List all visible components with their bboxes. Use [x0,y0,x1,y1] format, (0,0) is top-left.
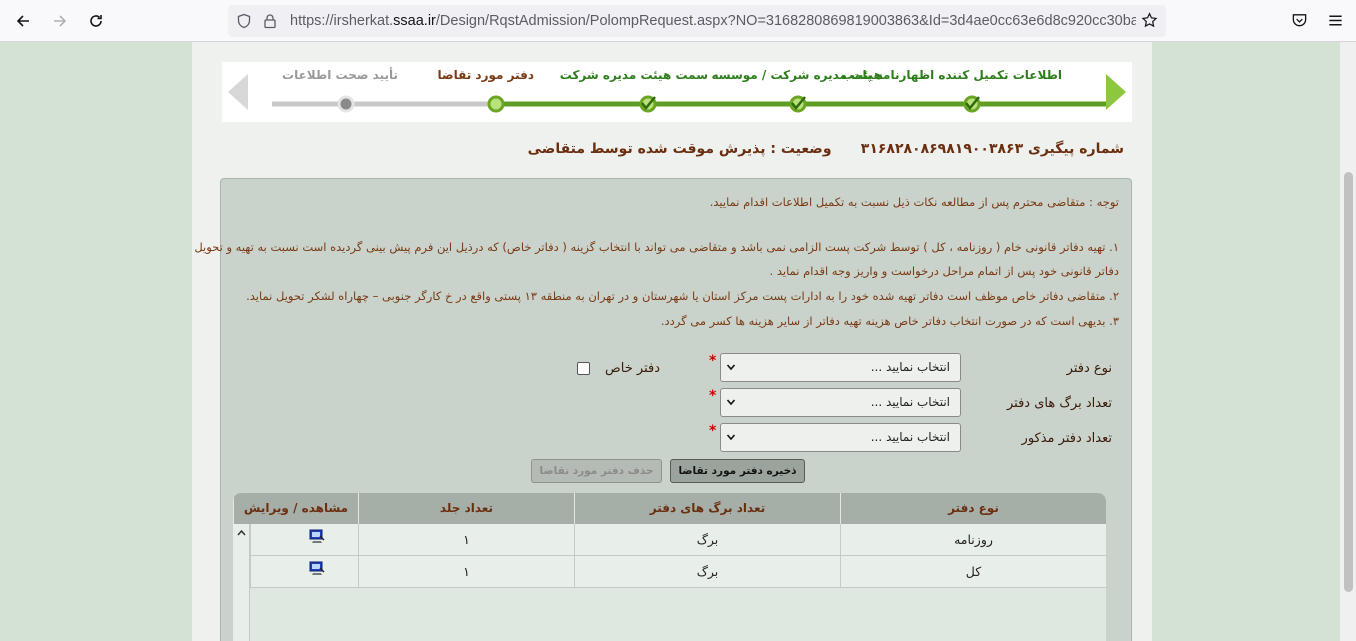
back-button[interactable] [11,9,35,33]
edit-monitor-icon[interactable] [309,560,325,576]
header-book-type: نوع دفتر [840,493,1106,524]
step-2-label[interactable]: هیئت مدیره شرکت / موسسه [711,68,882,82]
notes-intro: توجه : متقاضی محترم پس از مطالعه نکات ذی… [709,195,1119,209]
required-mark: * [709,423,717,439]
chevron-down-icon [726,434,736,441]
required-mark: * [709,353,717,369]
back-arrow-icon [16,15,29,27]
lock-icon[interactable] [262,13,278,29]
address-bar[interactable]: https://irsherkat.ssaa.ir/Design/RqstAdm… [228,5,1166,37]
cell-pages: برگ [574,556,840,588]
scrollbar-thumb[interactable] [1344,172,1353,592]
state-label: وضعیت : [770,141,832,157]
table-row: کل برگ ۱ [250,556,1106,588]
table-header: نوع دفتر تعداد برگ های دفتر تعداد جلد مش… [233,493,1106,524]
step-5-label[interactable]: تأیید صحت اطلاعات [282,68,398,82]
step-3-label[interactable]: سمت هیئت مدیره شرکت [560,68,708,82]
book-type-value: انتخاب نمایید ... [870,360,950,374]
step-4-label[interactable]: دفتر مورد تقاضا [437,68,534,82]
tracking-number: ۳۱۶۸۲۸۰۸۶۹۸۱۹۰۰۳۸۶۳ [860,141,1024,157]
delete-book-button[interactable]: حذف دفتر مورد تقاضا [531,459,662,483]
next-arrow-icon[interactable] [1106,74,1126,110]
table-scrollbar[interactable] [233,524,250,641]
shield-icon[interactable] [236,13,252,29]
request-status: شماره پیگیری ۳۱۶۸۲۸۰۸۶۹۸۱۹۰۰۳۸۶۳ وضعیت :… [528,141,1124,157]
count-value: انتخاب نمایید ... [870,430,950,444]
note-2: ۲. متقاضی دفاتر خاص موظف است دفاتر تهیه … [246,289,1119,303]
cell-type: روزنامه [840,524,1106,556]
cell-pages: برگ [574,524,840,556]
pages-value: انتخاب نمایید ... [870,395,950,409]
state-value: پذیرش موقت شده توسط متقاضی [527,141,766,157]
count-select[interactable]: انتخاب نمایید ... [720,423,961,452]
chevron-up-icon[interactable] [237,529,246,536]
note-1a: ۱. تهیه دفاتر قانونی خام ( روزنامه ، کل … [194,240,1119,254]
reload-button[interactable] [84,9,108,33]
header-view-edit: مشاهده / ویرایش [233,493,358,524]
count-label: تعداد دفتر مذکور [1021,431,1112,446]
note-3: ۳. بدیهی است که در صورت انتخاب دفاتر خاص… [660,314,1119,328]
chevron-down-icon [726,399,736,406]
cell-count: ۱ [358,556,574,588]
forward-arrow-icon [54,15,67,27]
header-pages: تعداد برگ های دفتر [574,493,840,524]
save-book-button[interactable]: ذخیره دفتر مورد تقاضا [670,459,805,483]
header-count: تعداد جلد [358,493,574,524]
wizard-stepper: اطلاعات تکمیل کننده اظهارنامه پلمب هیئت … [222,62,1132,122]
star-bookmark-icon[interactable] [1141,12,1158,29]
tracking-label: شماره پیگیری [1028,141,1124,157]
chevron-down-icon [726,364,736,371]
book-type-label: نوع دفتر [1066,361,1112,376]
forward-button[interactable] [48,9,72,33]
table-row: روزنامه برگ ۱ [250,524,1106,556]
pocket-icon[interactable] [1291,12,1308,29]
note-1b: دفاتر قانونی خود پس از اتمام مراحل درخوا… [769,264,1119,278]
cell-edit [250,556,358,588]
page-scrollbar[interactable] [1340,42,1356,641]
special-book-label: دفتر خاص [605,361,660,376]
cell-count: ۱ [358,524,574,556]
required-mark: * [709,388,717,404]
reload-icon [90,15,102,27]
pages-select[interactable]: انتخاب نمایید ... [720,388,961,417]
prev-arrow-icon[interactable] [228,74,248,110]
book-type-select[interactable]: انتخاب نمایید ... [720,353,961,382]
edit-monitor-icon[interactable] [309,528,325,544]
books-table: نوع دفتر تعداد برگ های دفتر تعداد جلد مش… [233,493,1106,641]
cell-type: کل [840,556,1106,588]
cell-edit [250,524,358,556]
pages-label: تعداد برگ های دفتر [1006,396,1112,411]
menu-icon[interactable] [1327,12,1344,29]
url-text: https://irsherkat.ssaa.ir/Design/RqstAdm… [290,13,1136,29]
browser-toolbar: https://irsherkat.ssaa.ir/Design/RqstAdm… [0,0,1356,42]
special-book-checkbox[interactable] [577,362,590,375]
